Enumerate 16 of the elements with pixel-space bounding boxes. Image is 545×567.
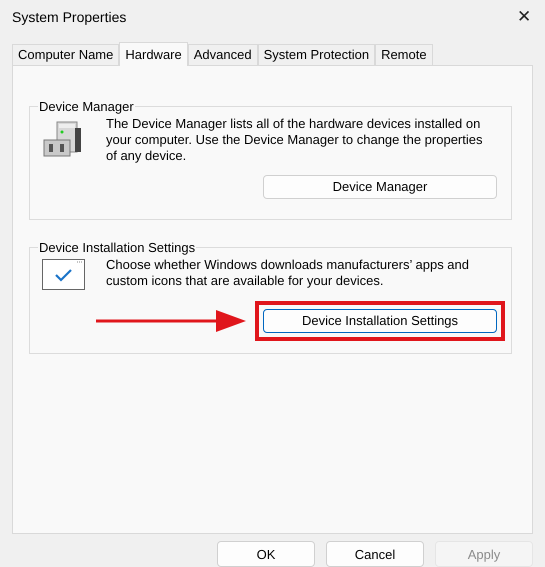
close-button[interactable]: ✕ xyxy=(513,6,535,28)
tab[interactable]: Advanced xyxy=(188,44,258,65)
checkmark-window-icon xyxy=(42,258,86,291)
description-text: The Device Manager lists all of the hardware devices installed on your computer. Use the Device Manager to change the properties of any device. xyxy=(106,116,484,164)
dialog-button[interactable]: OK xyxy=(217,541,315,567)
window-title: System Properties xyxy=(12,8,126,25)
settings-button[interactable]: Device Installation Settings xyxy=(263,308,497,333)
description-text: Choose whether Windows downloads manufacturers’ apps and custom icons that are available for your devices. xyxy=(106,256,470,290)
tab[interactable]: System Protection xyxy=(258,44,376,65)
tab[interactable]: Hardware xyxy=(119,42,188,66)
dialog-button[interactable]: Cancel xyxy=(326,541,424,567)
group-title: Device Installation Settings xyxy=(38,240,196,255)
tab[interactable]: Remote xyxy=(375,44,433,65)
settings-button[interactable]: Device Manager xyxy=(263,174,497,199)
tab[interactable]: Computer Name xyxy=(12,44,120,65)
group-title: Device Manager xyxy=(38,98,135,114)
